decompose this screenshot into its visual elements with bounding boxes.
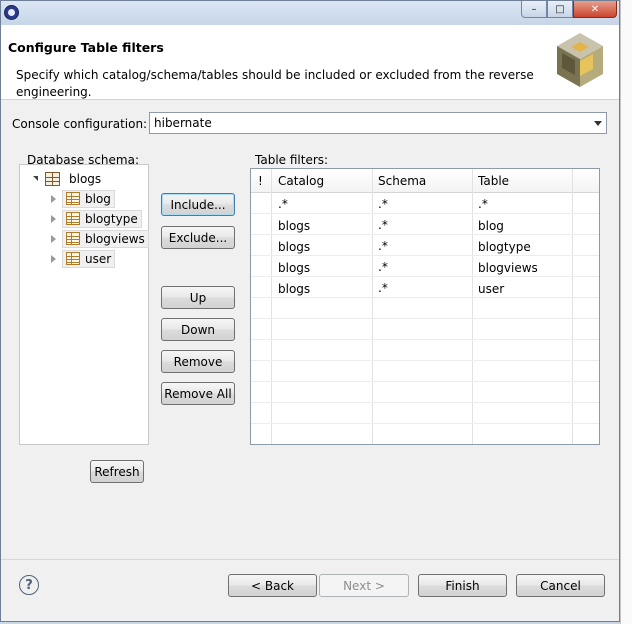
table-icon (66, 252, 80, 265)
cell-table: blog (478, 219, 504, 233)
collapse-arrow-icon[interactable] (49, 194, 59, 204)
footer-separator (1, 559, 619, 560)
tree-item-table[interactable]: blog (49, 189, 115, 208)
console-config-dropdown[interactable]: hibernate (149, 112, 607, 134)
remove-button[interactable]: Remove (161, 350, 235, 373)
remove-all-button[interactable]: Remove All (161, 382, 235, 405)
down-button[interactable]: Down (161, 318, 235, 341)
tree-item-table[interactable]: user (49, 249, 116, 268)
minimize-button[interactable]: – (521, 1, 547, 18)
table-filters-grid[interactable]: ! Catalog Schema Table .* .* .* blogs .*… (250, 168, 600, 445)
maximize-button[interactable]: □ (547, 1, 573, 18)
tree-item-table[interactable]: blogtype (49, 209, 142, 228)
tree-item-label: blogtype (85, 211, 138, 226)
refresh-button[interactable]: Refresh (90, 460, 144, 483)
table-filters-label: Table filters: (255, 153, 329, 167)
cell-table: blogviews (478, 261, 538, 275)
up-button[interactable]: Up (161, 286, 235, 309)
cell-schema: .* (378, 218, 388, 232)
collapse-arrow-icon[interactable] (49, 254, 59, 264)
expand-arrow-icon[interactable] (32, 174, 42, 184)
collapse-arrow-icon[interactable] (49, 234, 59, 244)
caption-buttons: – □ ✕ (521, 1, 617, 19)
chevron-down-icon (594, 121, 602, 126)
title-bar: – □ ✕ (1, 1, 619, 25)
cell-catalog: blogs (278, 219, 311, 233)
cell-table: .* (478, 197, 488, 211)
column-header-table[interactable]: Table (478, 174, 509, 188)
close-button[interactable]: ✕ (573, 1, 617, 18)
page-description: Specify which catalog/schema/tables shou… (16, 68, 534, 99)
wizard-window: – □ ✕ Configure Table filters Specify wh… (0, 0, 620, 622)
cell-catalog: .* (278, 197, 288, 211)
background-window-edge (620, 0, 632, 624)
exclude-button[interactable]: Exclude... (161, 226, 235, 249)
hibernate-logo-icon (557, 33, 603, 87)
tree-item-label: blog (85, 191, 111, 206)
column-header-catalog[interactable]: Catalog (278, 174, 324, 188)
next-button[interactable]: Next > (319, 574, 409, 597)
include-button[interactable]: Include... (161, 193, 235, 216)
eclipse-icon (4, 5, 19, 20)
cell-catalog: blogs (278, 240, 311, 254)
console-config-value: hibernate (154, 116, 212, 130)
cell-schema: .* (378, 281, 388, 295)
page-title: Configure Table filters (8, 40, 164, 55)
cell-table: user (478, 282, 505, 296)
help-icon[interactable]: ? (19, 575, 39, 595)
database-icon (45, 171, 60, 186)
table-icon (66, 192, 80, 205)
column-header-exclude[interactable]: ! (258, 174, 263, 188)
tree-item-label: blogviews (85, 231, 145, 246)
cell-schema: .* (378, 239, 388, 253)
wizard-header: Configure Table filters Specify which ca… (1, 25, 619, 100)
cell-schema: .* (378, 260, 388, 274)
table-header: ! Catalog Schema Table (251, 169, 599, 193)
schema-tree[interactable]: blogs blog blogtype blogviews user (19, 164, 149, 445)
cancel-button[interactable]: Cancel (516, 574, 605, 597)
console-config-label: Console configuration: (12, 117, 148, 131)
back-button[interactable]: < Back (228, 574, 317, 597)
tree-item-table[interactable]: blogviews (49, 229, 149, 248)
collapse-arrow-icon[interactable] (49, 214, 59, 224)
cell-schema: .* (378, 197, 388, 211)
finish-button[interactable]: Finish (418, 574, 507, 597)
cell-catalog: blogs (278, 261, 311, 275)
tree-item-label: blogs (69, 171, 102, 186)
cell-table: blogtype (478, 240, 531, 254)
table-icon (66, 232, 80, 245)
tree-item-label: user (85, 251, 112, 266)
table-icon (66, 212, 80, 225)
cell-catalog: blogs (278, 282, 311, 296)
tree-item-root[interactable]: blogs (32, 169, 105, 188)
column-header-schema[interactable]: Schema (378, 174, 426, 188)
